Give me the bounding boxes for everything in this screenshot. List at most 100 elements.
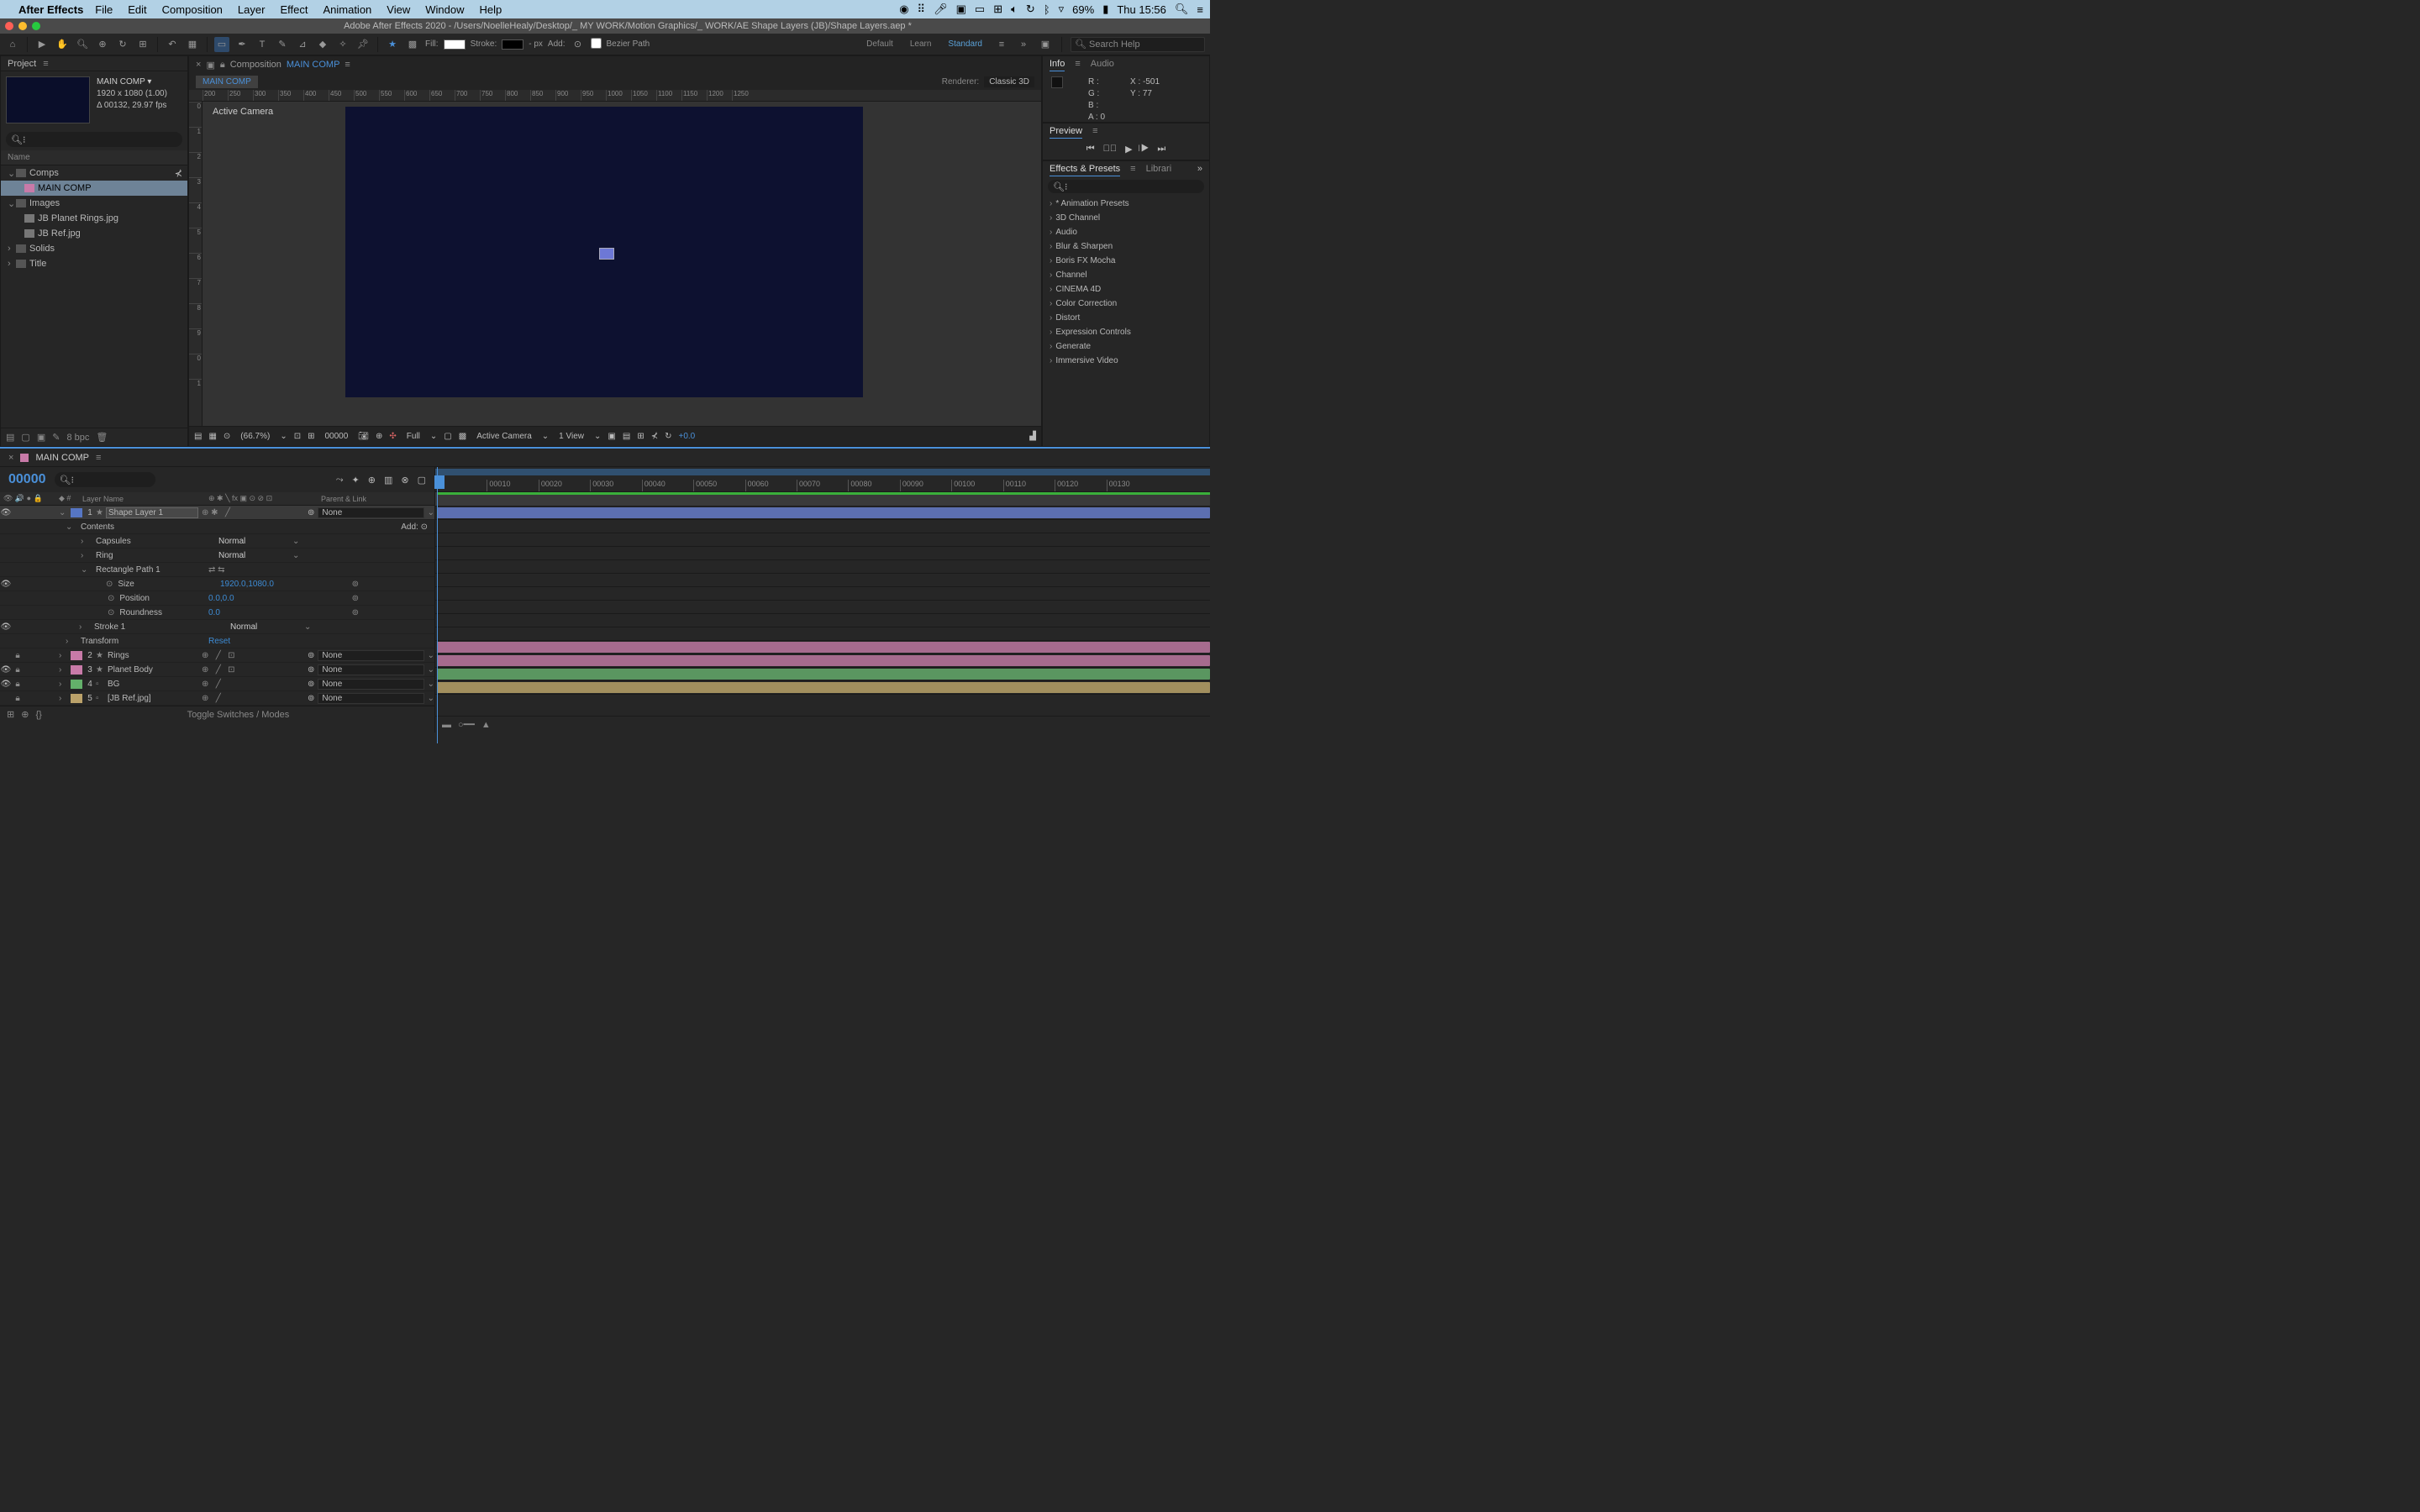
shy-icon[interactable]: ⤳ [336,475,344,486]
battery-icon[interactable]: ▮ [1102,3,1108,16]
effect-category[interactable]: › CINEMA 4D [1043,282,1209,297]
ruler-horizontal[interactable]: 2002503003504004505005506006507007508008… [189,90,1041,102]
effect-category[interactable]: › Color Correction [1043,297,1209,311]
close-icon[interactable] [5,22,13,30]
property-row[interactable]: ›CapsulesNormal⌄ [0,534,434,549]
menu-window[interactable]: Window [425,3,464,16]
workspace-more-icon[interactable]: » [1016,37,1031,52]
workspace-menu-icon[interactable]: ≡ [994,37,1009,52]
grid-icon[interactable]: ⊞ [993,3,1002,16]
frame-blend-icon[interactable]: ✦ [352,475,360,486]
adjust-icon[interactable]: ✎ [52,432,60,443]
shape-handle[interactable] [599,248,614,260]
traffic-lights[interactable] [0,22,45,30]
spotlight-icon[interactable]: 🔍︎ [1175,3,1189,16]
last-frame-icon[interactable]: ⏭ [1157,144,1165,155]
item-jb-ref[interactable]: JB Ref.jpg [1,226,187,241]
flowchart-icon[interactable]: ⊀ [651,432,658,441]
zoom-slider[interactable]: ○━━ [458,719,475,730]
zoom-tool-icon[interactable]: 🔍︎ [75,37,90,52]
undo-icon[interactable]: ↶ [165,37,180,52]
timeline-search[interactable]: 🔍︎⁝ [55,472,155,487]
panel-menu-icon[interactable]: ≡ [1075,59,1080,69]
more-tabs-icon[interactable]: » [1197,164,1202,174]
menu-animation[interactable]: Animation [323,3,371,16]
renderer-select[interactable]: Classic 3D [984,76,1034,87]
prop-roundness[interactable]: ⊙Roundness0.0⊚ [0,606,434,620]
workspace-default[interactable]: Default [861,38,898,50]
camera-select[interactable]: Active Camera [473,431,535,442]
brush-tool-icon[interactable]: ✎ [275,37,290,52]
zoom-icon[interactable] [32,22,40,30]
comp-crumb[interactable]: MAIN COMP [196,76,258,88]
chevron-down-icon[interactable]: ⌄ [594,432,601,441]
layer-row[interactable]: 👁⌄1★Shape Layer 1⊕ ✱ ╱⊚None⌄ [0,506,434,520]
battery-label[interactable]: 69% [1072,3,1094,16]
mask-icon[interactable]: ▦ [185,37,200,52]
effect-category[interactable]: › Boris FX Mocha [1043,254,1209,268]
resolution-select[interactable]: Full [403,431,424,442]
zoom-level[interactable]: (66.7%) [237,431,273,442]
app-name[interactable]: After Effects [18,3,83,16]
show-snap-icon[interactable]: ⊕ [376,432,382,441]
current-time[interactable]: 00000 [8,472,46,487]
comp-stage[interactable]: Active Camera [203,102,1041,426]
next-frame-icon[interactable]: ⃒▶ [1141,144,1150,155]
prop-size[interactable]: 👁⊙Size1920.0,1080.0⊚ [0,577,434,591]
bluetooth-icon[interactable]: ᛒ [1044,3,1050,16]
puppet-tool-icon[interactable]: 📌︎ [355,37,371,52]
effect-category[interactable]: › 3D Channel [1043,211,1209,225]
chevron-down-icon[interactable]: ⌄ [430,432,437,441]
timeline-icon[interactable]: ⊞ [637,432,644,441]
folder-title[interactable]: ›Title [1,256,187,271]
prop-transform[interactable]: ›TransformReset [0,634,434,648]
tab-audio[interactable]: Audio [1091,57,1114,71]
mask-overlay-icon[interactable]: ⊙ [224,432,230,441]
layer-row[interactable]: 🔒︎›5▫[JB Ref.jpg]⊕ ╱ ⊚None⌄ [0,691,434,706]
menu-file[interactable]: File [95,3,113,16]
pen-tool-icon[interactable]: ✒ [234,37,250,52]
newfolder-icon[interactable]: ▢ [21,432,29,443]
fast-preview-icon[interactable]: ▤ [623,432,630,441]
clock[interactable]: Thu 15:56 [1117,3,1166,16]
roi-icon[interactable]: ▢ [444,432,451,441]
view-count[interactable]: 1 View [555,431,587,442]
interpret-icon[interactable]: ▤ [6,432,14,443]
panel-menu-icon[interactable]: ≡ [43,59,48,69]
snapshot-icon[interactable]: 📷︎ [358,432,369,441]
lock-icon[interactable]: 🔒︎ [220,60,225,71]
tab-libraries[interactable]: Librari [1146,162,1172,176]
flowchart-icon[interactable]: ⊀ [175,168,182,179]
effect-category[interactable]: › Blur & Sharpen [1043,239,1209,254]
effects-search[interactable]: 🔍︎⁝ [1048,180,1204,193]
property-row[interactable]: ›RingNormal⌄ [0,549,434,563]
layer-toggle-icon[interactable]: ▣ [206,60,214,71]
channel-icon[interactable]: ▦ [208,432,216,441]
play-icon[interactable]: ▶ [1125,144,1132,155]
close-tab-icon[interactable]: × [196,60,201,70]
item-main-comp[interactable]: MAIN COMP [1,181,187,196]
toggle-icon[interactable]: ⊕ [21,709,29,720]
orbit-tool-icon[interactable]: ⊕ [95,37,110,52]
effect-category[interactable]: › Channel [1043,268,1209,282]
res-down-icon[interactable]: ⊡ [294,432,301,441]
time-ruler[interactable]: 0001000020000300004000050000600007000080… [435,467,1210,492]
bezier-checkbox[interactable] [591,38,602,49]
first-frame-icon[interactable]: ⏮ [1086,144,1095,155]
toggle-switches[interactable]: Toggle Switches / Modes [187,710,290,720]
color-mgmt-icon[interactable]: ✣ [389,432,396,441]
minimize-icon[interactable] [18,22,27,30]
effect-category[interactable]: › Generate [1043,339,1209,354]
expand-icon[interactable]: ⊞ [7,709,14,720]
roto-tool-icon[interactable]: ✧ [335,37,350,52]
comp-tab-name[interactable]: MAIN COMP [287,60,340,70]
home-icon[interactable]: ⌂ [5,37,20,52]
menu-edit[interactable]: Edit [128,3,146,16]
help-search[interactable]: 🔍︎ Search Help [1071,37,1205,52]
folder-comps[interactable]: ⌄Comps⊀ [1,165,187,181]
cc-icon[interactable]: ◉ [899,3,908,16]
volume-icon[interactable]: 🔈︎ [1011,3,1018,16]
project-search[interactable]: 🔍︎⁝ [6,132,182,147]
property-row[interactable]: ⌄Rectangle Path 1⇄ ⇆ [0,563,434,577]
grid-icon[interactable]: ⊞ [308,432,314,441]
